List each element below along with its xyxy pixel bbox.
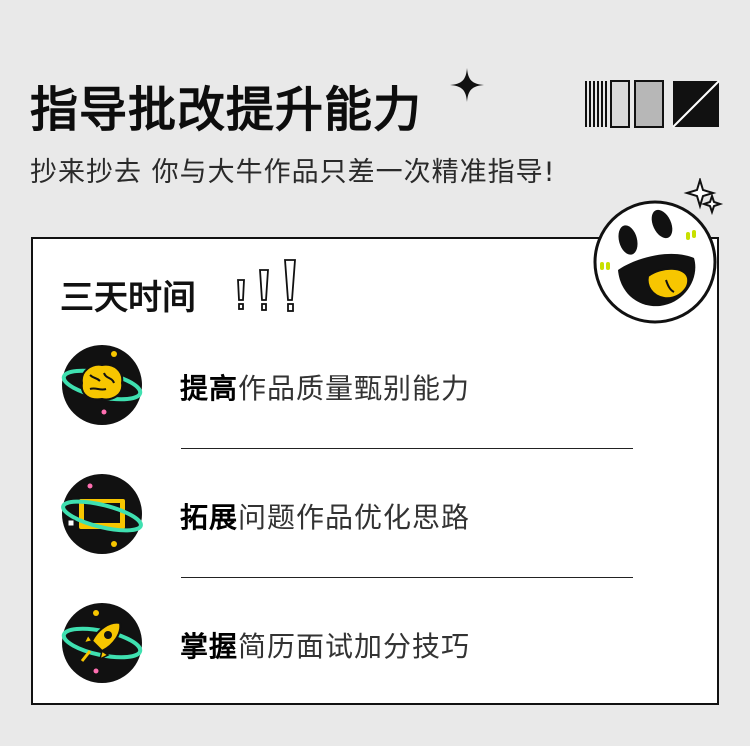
benefit-item-1-label: 作品质量甄别能力 [238, 372, 471, 405]
divider [181, 448, 633, 449]
page-title: 指导批改提升能力 [30, 82, 423, 138]
benefit-item-3-label: 简历面试加分技巧 [238, 630, 471, 663]
card-title: 三天时间 [60, 278, 196, 318]
laughing-face-icon [593, 178, 724, 324]
benefit-item-1: 提高作品质量甄别能力 [180, 367, 470, 407]
sparkle-icon [450, 68, 484, 102]
subtitle: 抄来抄去 你与大牛作品只差一次精准指导! [30, 157, 556, 188]
decorative-blocks-icon [585, 80, 720, 128]
divider [181, 577, 633, 578]
benefit-item-2-label: 问题作品优化思路 [238, 501, 471, 534]
benefit-item-1-keyword: 提高 [180, 372, 239, 405]
rocket-planet-icon [61, 603, 143, 683]
screen-planet-icon [61, 474, 143, 554]
benefit-item-2-keyword: 拓展 [180, 501, 239, 534]
exclamation-marks-icon [237, 259, 296, 312]
brain-planet-icon [61, 345, 143, 425]
benefit-item-2: 拓展问题作品优化思路 [180, 496, 470, 536]
benefit-item-3: 掌握简历面试加分技巧 [180, 625, 470, 665]
benefit-item-3-keyword: 掌握 [180, 630, 239, 663]
